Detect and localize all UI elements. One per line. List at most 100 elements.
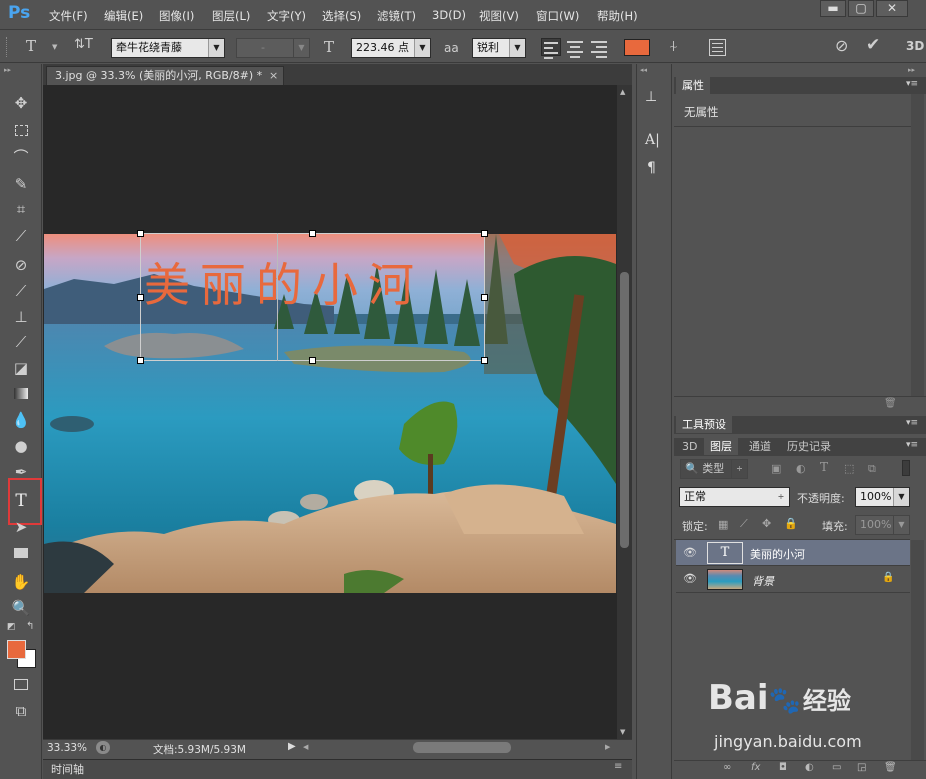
panel-menu-icon[interactable]: ▾≡	[906, 79, 918, 89]
paragraph-icon[interactable]: ¶	[647, 160, 656, 176]
horizontal-scrollbar-thumb[interactable]	[413, 742, 511, 753]
crop-tool-icon[interactable]: ⌗	[9, 198, 33, 220]
timeline-menu-icon[interactable]: ≡	[614, 761, 622, 772]
quick-mask-icon[interactable]	[9, 674, 33, 696]
lock-position-icon[interactable]: ✥	[762, 517, 771, 530]
trash-icon[interactable]: 🗑	[884, 398, 897, 409]
cancel-icon[interactable]: ⊘	[835, 36, 848, 55]
menu-3d[interactable]: 3D(D)	[432, 8, 466, 22]
transform-handle[interactable]	[309, 357, 316, 364]
zoom-level[interactable]: 33.33%	[47, 742, 87, 754]
text-color-swatch[interactable]	[624, 39, 650, 56]
close-button[interactable]: ✕	[876, 0, 908, 17]
rectangle-tool-icon[interactable]	[9, 542, 33, 564]
fill-field[interactable]: 100% ▼	[855, 515, 910, 535]
menu-type[interactable]: 文字(Y)	[267, 8, 306, 24]
lock-transparent-icon[interactable]: ▦	[718, 518, 728, 531]
hand-tool-icon[interactable]: ✋	[9, 571, 33, 593]
panel-collapse-icon[interactable]: ▸▸	[908, 66, 915, 74]
character-icon[interactable]: A|	[645, 132, 660, 148]
healing-brush-icon[interactable]: ⊘	[9, 254, 33, 276]
chevron-down-icon[interactable]: ▼	[52, 43, 57, 51]
filter-toggle[interactable]	[902, 460, 910, 476]
document-tab[interactable]: 3.jpg @ 33.3% (美丽的小河, RGB/8#) * ×	[46, 66, 284, 85]
visibility-eye-icon[interactable]: 👁	[683, 572, 697, 585]
gradient-tool-icon[interactable]	[9, 383, 33, 405]
properties-scrollbar[interactable]	[911, 94, 924, 396]
text-orientation-icon[interactable]: ⇅T	[74, 37, 93, 52]
panel-menu-icon[interactable]: ▾≡	[906, 418, 918, 428]
transform-handle[interactable]	[309, 230, 316, 237]
font-style-select[interactable]: - ▼	[236, 38, 310, 58]
screen-mode-icon[interactable]: ⧉	[9, 700, 33, 722]
transform-handle[interactable]	[481, 230, 488, 237]
blend-mode-select[interactable]: 正常 ÷	[679, 487, 790, 507]
tab-tool-presets[interactable]: 工具预设	[676, 416, 732, 433]
commit-check-icon[interactable]: ✔	[866, 35, 880, 55]
menu-file[interactable]: 文件(F)	[49, 8, 88, 24]
antialias-select[interactable]: 锐利 ▼	[472, 38, 526, 58]
filter-type-icon[interactable]: T	[820, 460, 828, 474]
move-tool-icon[interactable]: ✥	[9, 92, 33, 114]
tab-3d[interactable]: 3D	[676, 438, 703, 455]
dodge-tool-icon[interactable]: ●	[9, 435, 33, 457]
scroll-down-icon[interactable]: ▼	[620, 728, 625, 736]
transform-handle[interactable]	[137, 294, 144, 301]
panel-menu-icon[interactable]: ▾≡	[906, 440, 918, 450]
vertical-scrollbar-thumb[interactable]	[620, 272, 629, 548]
menu-window[interactable]: 窗口(W)	[536, 8, 579, 24]
path-select-icon[interactable]: ➤	[9, 516, 33, 538]
default-colors-icon[interactable]: ◩	[7, 622, 16, 632]
panel-collapse-icon[interactable]: ◂◂	[640, 66, 647, 74]
foreground-color-swatch[interactable]	[7, 640, 26, 659]
tab-properties[interactable]: 属性	[676, 77, 710, 94]
tab-close-icon[interactable]: ×	[269, 67, 278, 85]
status-info-icon[interactable]: ◐	[96, 741, 110, 754]
quick-select-icon[interactable]: ✎	[9, 173, 33, 195]
blur-tool-icon[interactable]: 💧	[9, 409, 33, 431]
transform-handle[interactable]	[137, 230, 144, 237]
history-brush-icon[interactable]: ⟋	[9, 331, 33, 353]
align-left-button[interactable]	[541, 38, 561, 59]
minimize-button[interactable]: ▬	[820, 0, 846, 17]
eraser-tool-icon[interactable]: ◪	[9, 357, 33, 379]
restore-button[interactable]: ▢	[848, 0, 874, 17]
filter-shape-icon[interactable]: ⬚	[844, 462, 854, 475]
text-tool-preset-icon[interactable]: T	[26, 37, 36, 55]
menu-layer[interactable]: 图层(L)	[212, 8, 250, 24]
warp-text-icon[interactable]: ⍭	[669, 37, 678, 55]
layer-name[interactable]: 背景	[752, 573, 774, 589]
scroll-left-icon[interactable]: ◀	[303, 743, 308, 751]
align-center-button[interactable]	[565, 38, 585, 58]
font-size-field[interactable]: 223.46 点 ▼	[351, 38, 431, 58]
menu-view[interactable]: 视图(V)	[479, 8, 519, 24]
status-menu-arrow-icon[interactable]: ▶	[288, 741, 296, 752]
font-family-select[interactable]: 牵牛花绕青藤 ▼	[111, 38, 225, 58]
align-right-button[interactable]	[589, 38, 609, 58]
visibility-eye-icon[interactable]: 👁	[683, 546, 697, 559]
opacity-field[interactable]: 100% ▼	[855, 487, 910, 507]
transform-handle[interactable]	[137, 357, 144, 364]
character-panel-icon[interactable]	[709, 39, 726, 56]
type-tool-icon[interactable]: T	[9, 490, 33, 512]
transform-handle[interactable]	[481, 357, 488, 364]
layer-filter-select[interactable]: 🔍 类型 ÷	[680, 459, 748, 479]
tab-layers[interactable]: 图层	[704, 438, 738, 455]
filter-smart-icon[interactable]: ⧉	[868, 462, 876, 476]
layer-name[interactable]: 美丽的小河	[750, 546, 805, 562]
filter-pixel-icon[interactable]: ▣	[771, 462, 781, 475]
swap-colors-icon[interactable]: ↰	[26, 621, 34, 632]
lock-all-icon[interactable]: 🔒	[784, 517, 798, 530]
menu-edit[interactable]: 编辑(E)	[104, 8, 143, 24]
clone-stamp-icon[interactable]: ⊥	[9, 306, 33, 328]
lasso-tool-icon[interactable]: ⌒	[9, 146, 33, 168]
tab-channels[interactable]: 通道	[743, 438, 777, 455]
lock-pixels-icon[interactable]: ⟋	[740, 517, 748, 531]
tab-history[interactable]: 历史记录	[781, 438, 837, 455]
panel-collapse-icon[interactable]: ▸▸	[4, 66, 11, 74]
zoom-tool-icon[interactable]: 🔍	[9, 597, 33, 619]
menu-image[interactable]: 图像(I)	[159, 8, 194, 24]
timeline-label[interactable]: 时间轴	[51, 761, 84, 777]
3d-button[interactable]: 3D	[906, 39, 924, 53]
filter-adjustment-icon[interactable]: ◐	[796, 462, 806, 475]
